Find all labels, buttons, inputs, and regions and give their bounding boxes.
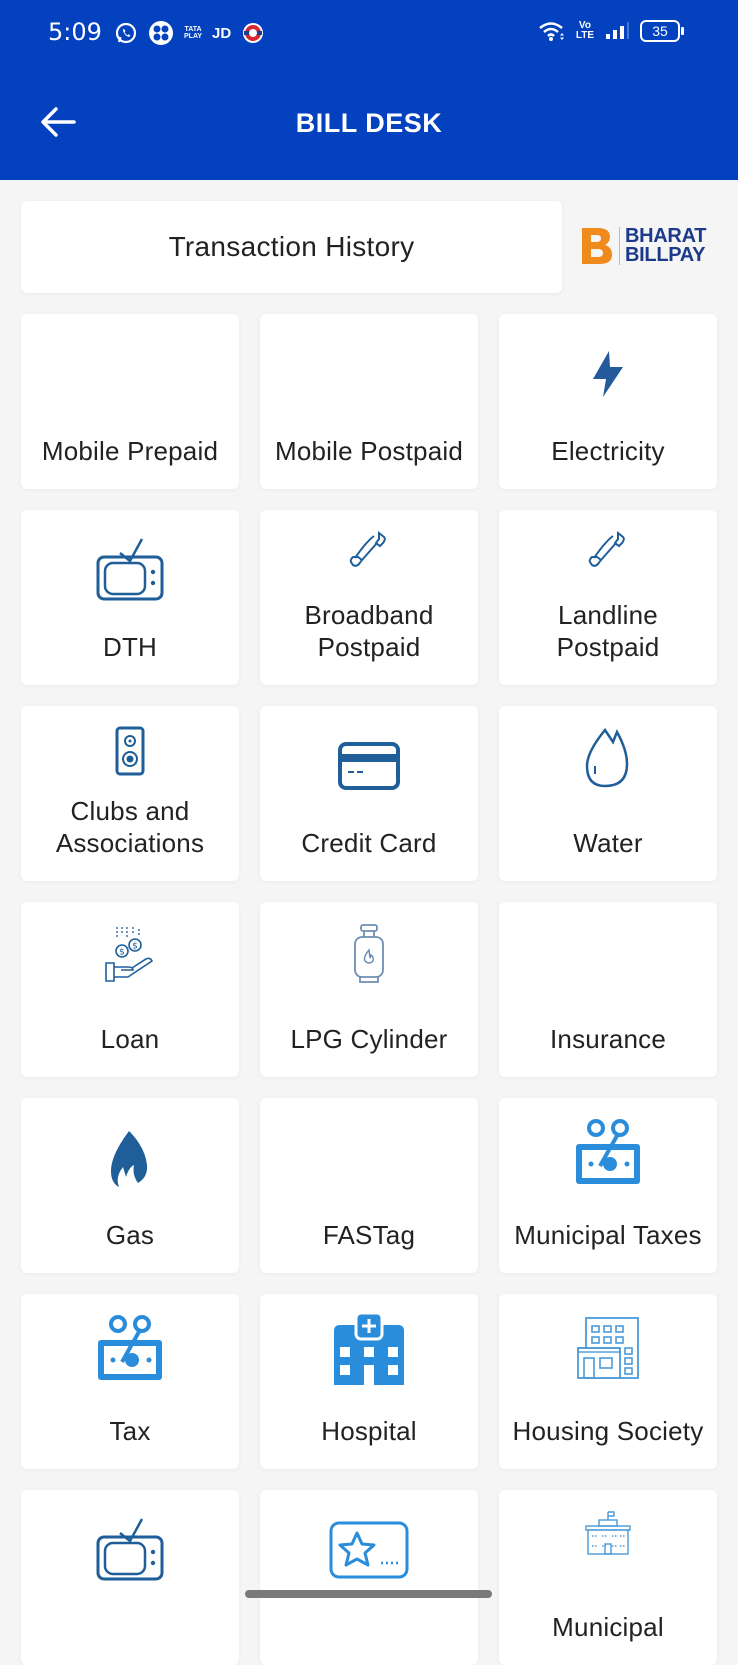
metro-icon — [243, 23, 264, 43]
lightning-icon — [593, 351, 623, 397]
category-loan[interactable]: $ $ Loan — [21, 902, 239, 1077]
building-icon — [577, 1317, 639, 1379]
category-label: Broadband Postpaid — [304, 600, 434, 662]
bharat-billpay-text: BHARAT BILLPAY — [625, 226, 706, 266]
category-label: Housing Society — [512, 1416, 704, 1446]
category-label: Clubs and Associations — [55, 796, 205, 858]
loan-hand-icon: $$ — [105, 927, 154, 982]
category-label: Gas — [105, 1220, 155, 1250]
category-label: Insurance — [550, 1024, 666, 1054]
category-mobile-postpaid[interactable]: Mobile Postpaid — [260, 314, 478, 489]
flame-icon — [111, 1131, 148, 1187]
tv-icon — [96, 1518, 164, 1581]
category-label: Tax — [109, 1416, 151, 1446]
status-bar: 5:09 TATA PLAY JD Vo LTE 35 — [0, 0, 738, 66]
category-broadband-postpaid[interactable]: Broadband Postpaid — [260, 510, 478, 685]
category-hospital[interactable]: Hospital — [260, 1294, 478, 1469]
app-icon — [149, 21, 173, 45]
transaction-history-button[interactable]: Transaction History — [21, 201, 562, 293]
gas-cylinder-icon — [354, 924, 384, 983]
phone-icon — [588, 530, 625, 567]
category-label: FASTag — [322, 1220, 416, 1250]
volte-icon: Vo LTE — [575, 20, 594, 41]
phone-icon — [349, 530, 386, 567]
notification-icons: TATA PLAY JD — [114, 20, 265, 46]
placeholder-icon — [260, 334, 478, 414]
category-landline-postpaid[interactable]: Landline Postpaid — [499, 510, 717, 685]
category-subscription[interactable] — [260, 1490, 478, 1665]
system-icons: Vo LTE 35 — [538, 20, 684, 42]
battery-icon: 35 — [640, 20, 684, 42]
category-cable-tv[interactable] — [21, 1490, 239, 1665]
category-clubs-and-associations[interactable]: Clubs and Associations — [21, 706, 239, 881]
category-tax[interactable]: Tax — [21, 1294, 239, 1469]
placeholder-icon — [260, 1118, 478, 1198]
logo-divider — [619, 227, 620, 265]
water-drop-icon — [585, 727, 629, 788]
category-fastag[interactable]: FASTag — [260, 1098, 478, 1273]
category-credit-card[interactable]: Credit Card — [260, 706, 478, 881]
bharat-billpay-b-icon — [582, 228, 612, 264]
placeholder-icon — [21, 334, 239, 414]
category-mobile-prepaid[interactable]: Mobile Prepaid — [21, 314, 239, 489]
hospital-icon — [334, 1311, 404, 1385]
brand-line2: BILLPAY — [625, 244, 706, 266]
category-dth[interactable]: DTH — [21, 510, 239, 685]
svg-text:$: $ — [119, 948, 125, 958]
tv-icon — [96, 538, 164, 601]
placeholder-icon — [499, 922, 717, 1002]
category-label: Municipal Taxes — [514, 1220, 702, 1250]
credit-card-icon — [338, 742, 400, 790]
speaker-icon — [115, 726, 145, 776]
tax-money-icon — [576, 1119, 640, 1184]
signal-icon — [606, 22, 629, 39]
category-water[interactable]: Water — [499, 706, 717, 881]
gesture-nav-bar[interactable] — [245, 1590, 492, 1598]
star-card-icon — [329, 1521, 409, 1579]
tax-money-icon — [98, 1315, 162, 1380]
page-title: BILL DESK — [295, 108, 443, 138]
category-electricity[interactable]: Electricity — [499, 314, 717, 489]
category-municipal[interactable]: Municipal — [499, 1490, 717, 1665]
category-municipal-taxes[interactable]: Municipal Taxes — [499, 1098, 717, 1273]
bharat-billpay-logo: BHARAT BILLPAY — [580, 226, 706, 266]
tata-play-icon: TATA PLAY — [184, 26, 203, 40]
category-label: Credit Card — [301, 828, 437, 858]
government-building-icon — [585, 1511, 631, 1555]
category-label: Loan — [100, 1024, 160, 1054]
category-label: Municipal — [552, 1612, 664, 1642]
category-label: Hospital — [321, 1416, 417, 1446]
svg-text:$: $ — [132, 942, 138, 952]
category-label: Landline Postpaid — [556, 600, 660, 662]
whatsapp-icon — [115, 22, 137, 44]
category-label: Water — [573, 828, 643, 858]
wifi-icon — [539, 22, 564, 41]
category-grid: Mobile Prepaid Mobile Postpaid Electrici… — [21, 314, 719, 1665]
category-label: Electricity — [551, 436, 665, 466]
app-bar: 5:09 TATA PLAY JD Vo LTE 35 BILL DESK — [0, 0, 738, 180]
category-lpg-cylinder[interactable]: LPG Cylinder — [260, 902, 478, 1077]
category-label: Mobile Prepaid — [41, 436, 219, 466]
jd-icon: JD — [212, 24, 232, 42]
status-time: 5:09 — [48, 18, 102, 46]
category-gas[interactable]: Gas — [21, 1098, 239, 1273]
category-label: Mobile Postpaid — [275, 436, 463, 466]
category-insurance[interactable]: Insurance — [499, 902, 717, 1077]
category-label: LPG Cylinder — [290, 1024, 448, 1054]
category-label: DTH — [102, 632, 158, 662]
category-housing-society[interactable]: Housing Society — [499, 1294, 717, 1469]
